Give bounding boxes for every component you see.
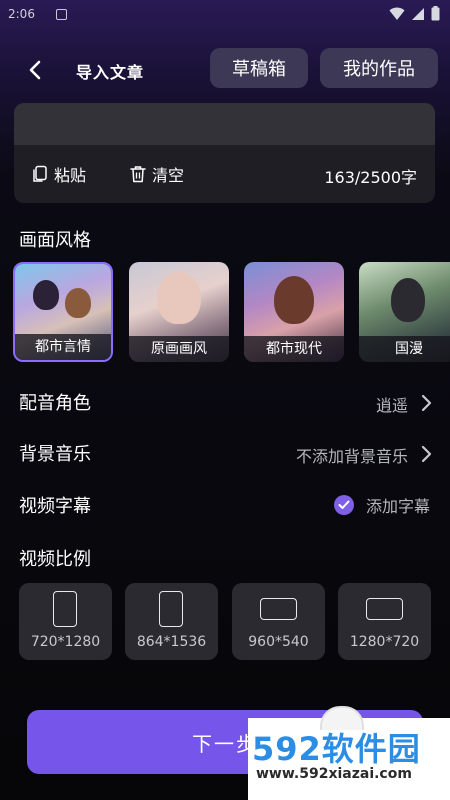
paste-button[interactable]: 粘贴 (32, 162, 86, 186)
ratio-label: 960*540 (248, 634, 309, 650)
trash-icon (130, 166, 146, 183)
chevron-left-icon (29, 60, 41, 80)
ratio-option-960x540[interactable]: 960*540 (232, 583, 325, 660)
style-option-chinese-comic[interactable]: 国漫 (359, 262, 450, 362)
article-editor-card: 粘贴 清空 163/2500字 (14, 103, 435, 203)
portrait-ratio-icon (53, 591, 77, 627)
style-label: 都市言情 (15, 334, 111, 360)
battery-icon (431, 6, 440, 21)
subtitle-row: 视频字幕 添加字幕 (0, 490, 450, 520)
watermark: 592软件园 www.592xiazai.com (248, 706, 450, 800)
subtitle-label: 视频字幕 (19, 496, 91, 517)
dubbing-row[interactable]: 配音角色 逍遥 (0, 387, 450, 417)
dubbing-value: 逍遥 (375, 396, 408, 415)
ratio-option-1280x720[interactable]: 1280*720 (338, 583, 431, 660)
dubbing-label: 配音角色 (19, 393, 91, 414)
status-bar: 2:06 (0, 0, 450, 30)
style-label: 国漫 (359, 336, 450, 362)
paste-label: 粘贴 (54, 166, 87, 185)
landscape-ratio-icon (260, 598, 297, 620)
wifi-icon (389, 7, 405, 20)
ratio-option-864x1536[interactable]: 864*1536 (125, 583, 218, 660)
subtitle-toggle[interactable]: 添加字幕 (333, 493, 430, 517)
ratio-label: 720*1280 (30, 634, 101, 650)
ratio-label: 1280*720 (349, 634, 420, 650)
character-count: 163/2500字 (324, 168, 417, 187)
watermark-url: www.592xiazai.com (256, 766, 412, 782)
signal-icon (412, 7, 424, 20)
my-works-button[interactable]: 我的作品 (320, 48, 438, 88)
ratio-section-title: 视频比例 (19, 549, 91, 570)
checkmark-icon (333, 495, 354, 515)
clear-button[interactable]: 清空 (130, 162, 184, 186)
watermark-brand: 592软件园 (252, 730, 421, 768)
back-button[interactable] (20, 55, 50, 85)
status-time: 2:06 (8, 7, 35, 21)
chevron-right-icon (421, 445, 432, 463)
style-option-original-art[interactable]: 原画画风 (129, 262, 229, 362)
style-label: 都市现代 (244, 336, 344, 362)
editor-actions: 粘贴 清空 163/2500字 (14, 159, 435, 189)
style-list: 都市言情 原画画风 都市现代 国漫 (13, 262, 450, 362)
music-label: 背景音乐 (19, 444, 91, 465)
clear-label: 清空 (152, 166, 185, 185)
ratio-label: 864*1536 (136, 634, 207, 650)
notification-icon (56, 9, 67, 20)
drafts-button[interactable]: 草稿箱 (210, 48, 308, 88)
landscape-ratio-icon (366, 598, 403, 620)
ratio-option-720x1280[interactable]: 720*1280 (19, 583, 112, 660)
paste-icon (33, 165, 47, 182)
header: 导入文章 草稿箱 我的作品 (0, 46, 450, 92)
article-text-area[interactable] (14, 103, 435, 145)
page-title: 导入文章 (76, 63, 145, 82)
chevron-right-icon (421, 394, 432, 412)
subtitle-value: 添加字幕 (365, 497, 430, 516)
style-option-urban-romance[interactable]: 都市言情 (13, 262, 113, 362)
style-label: 原画画风 (129, 336, 229, 362)
style-section-title: 画面风格 (19, 230, 91, 251)
status-icons (389, 6, 440, 21)
portrait-ratio-icon (159, 591, 183, 627)
music-value: 不添加背景音乐 (295, 447, 408, 466)
style-option-urban-modern[interactable]: 都市现代 (244, 262, 344, 362)
music-row[interactable]: 背景音乐 不添加背景音乐 (0, 438, 450, 468)
